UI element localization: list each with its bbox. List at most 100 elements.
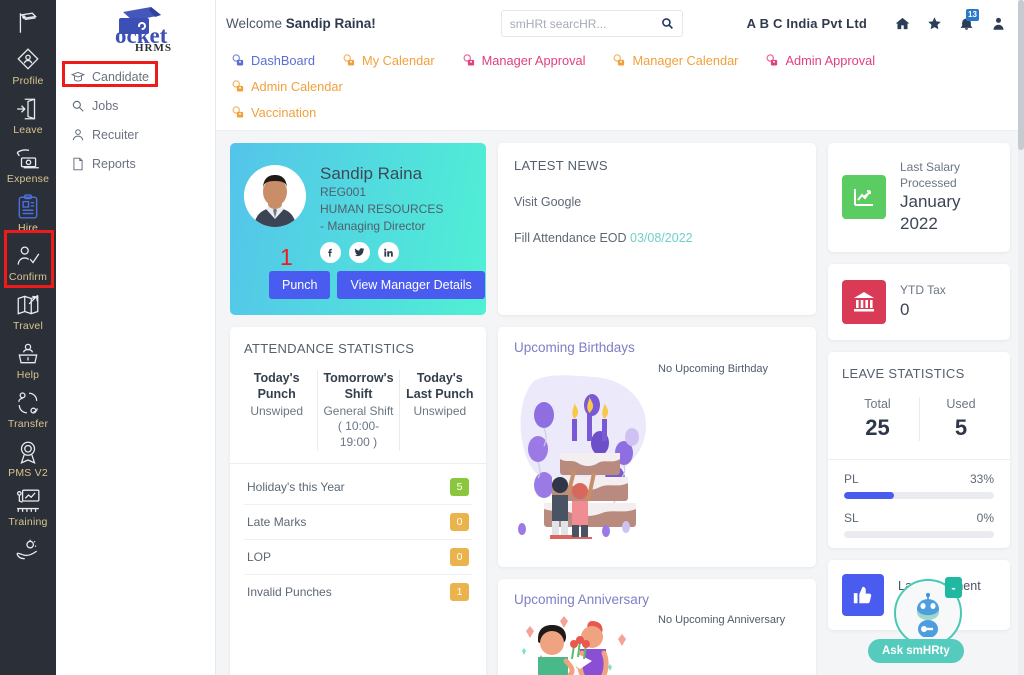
rail-item-travel-label: Travel xyxy=(13,320,43,332)
search-icon[interactable] xyxy=(661,17,674,30)
nav-item-recuiter[interactable]: Recuiter xyxy=(56,120,215,149)
search-box[interactable] xyxy=(500,10,683,37)
attendance-row-label: LOP xyxy=(247,549,272,564)
rail-item-transfer-label: Transfer xyxy=(7,418,49,430)
admin-approval-user-icon xyxy=(764,53,779,68)
rail-item-flag[interactable] xyxy=(5,4,51,41)
profile-name: Sandip Raina xyxy=(320,164,423,183)
tab-my-calendar-label: My Calendar xyxy=(362,53,435,68)
nav-item-reports-label: Reports xyxy=(92,156,136,171)
chatbot-minimize-button[interactable]: - xyxy=(945,577,962,598)
anniversary-couple-illustration xyxy=(522,616,626,675)
left-column: Sandip Raina REG001 HUMAN RESOURCES - Ma… xyxy=(230,143,486,675)
tab-admin-calendar-label: Admin Calendar xyxy=(251,79,343,94)
attendance-row-label: Holiday's this Year xyxy=(247,479,345,494)
leave-used-value: 5 xyxy=(954,414,968,440)
user-account-icon[interactable] xyxy=(991,16,1006,31)
punch-button[interactable]: Punch xyxy=(269,271,331,299)
last-salary-value: January 2022 xyxy=(900,192,961,234)
tab-manager-approval[interactable]: Manager Approval xyxy=(461,53,585,68)
status-badge: 5 xyxy=(450,477,469,496)
nav-item-candidate[interactable]: Candidate xyxy=(56,62,215,91)
rail-item-training[interactable]: Training xyxy=(5,482,51,531)
rail-item-profile-label: Profile xyxy=(12,75,44,87)
brand-logo[interactable]: ocket HRMS xyxy=(56,0,215,56)
tab-admin-approval-label: Admin Approval xyxy=(785,53,876,68)
attendance-col-value: General Shift ( 10:00-19:00 ) xyxy=(323,403,394,450)
bank-icon xyxy=(842,279,886,324)
profile-icon xyxy=(14,46,42,74)
search-input[interactable] xyxy=(509,16,665,31)
leave-bar-percent: 0% xyxy=(976,510,994,525)
last-salary-processed-card: Last Salary Processed January 2022 xyxy=(828,143,1010,252)
rail-item-confirm[interactable]: Confirm xyxy=(5,237,51,286)
rail-item-expense[interactable]: Expense xyxy=(5,139,51,188)
rail-item-help-label: Help xyxy=(16,369,40,381)
tab-my-calendar[interactable]: My Calendar xyxy=(341,53,435,68)
rail-item-hire[interactable]: Hire xyxy=(5,188,51,237)
thumbs-up-icon xyxy=(842,573,884,616)
rail-item-transfer[interactable]: Transfer xyxy=(5,384,51,433)
leave-bar-label: SL xyxy=(844,510,859,525)
news-item[interactable]: Visit Google xyxy=(514,195,800,209)
attendance-col-head: Today's Last Punch xyxy=(406,371,474,402)
scrollbar-thumb[interactable] xyxy=(1018,0,1024,150)
leave-bar-head: SL 0% xyxy=(844,511,994,525)
attendance-col-todays-punch: Today's Punch Unswiped xyxy=(236,370,317,451)
middle-column: LATEST NEWS Visit Google Fill Attendance… xyxy=(498,143,816,675)
table-row[interactable]: Invalid Punches 1 xyxy=(244,575,472,609)
hire-clipboard-icon xyxy=(14,193,42,221)
chatbot-widget[interactable]: - Ask smHRty xyxy=(868,577,964,663)
twitter-icon[interactable] xyxy=(349,242,370,264)
rail-item-help[interactable]: Help xyxy=(5,335,51,384)
tab-manager-calendar[interactable]: Manager Calendar xyxy=(611,53,738,68)
table-row[interactable]: Late Marks 0 xyxy=(244,505,472,540)
calendar-user-icon xyxy=(341,53,356,68)
home-icon[interactable] xyxy=(895,16,910,31)
attendance-col-tomorrows-shift: Tomorrow's Shift General Shift ( 10:00-1… xyxy=(317,370,398,451)
facebook-icon[interactable] xyxy=(320,242,341,264)
table-row[interactable]: LOP 0 xyxy=(244,540,472,575)
rail-item-leave[interactable]: Leave xyxy=(5,90,51,139)
chatbot-label[interactable]: Ask smHRty xyxy=(868,639,964,663)
table-row[interactable]: Holiday's this Year 5 xyxy=(244,470,472,505)
ytd-tax-value: 0 xyxy=(900,299,910,319)
rail-item-profile[interactable]: Profile xyxy=(5,41,51,90)
status-badge: 0 xyxy=(450,512,469,531)
star-icon[interactable] xyxy=(927,16,942,31)
rail-item-pms-v2[interactable]: PMS V2 xyxy=(5,433,51,482)
ytd-tax-card: YTD Tax 0 xyxy=(828,263,1010,340)
tab-admin-calendar[interactable]: Admin Calendar xyxy=(230,79,343,94)
upcoming-anniversary-title: Upcoming Anniversary xyxy=(514,592,650,607)
scrollbar-track[interactable] xyxy=(1018,0,1024,675)
leave-bar-pl: PL 33% xyxy=(828,460,1010,499)
tab-admin-approval[interactable]: Admin Approval xyxy=(764,53,875,68)
notification-bell-icon[interactable]: 13 xyxy=(959,9,979,31)
tab-dashboard[interactable]: DashBoard xyxy=(230,53,315,68)
ytd-tax-text: YTD Tax 0 xyxy=(900,282,946,320)
attendance-col-head: Today's Punch xyxy=(253,371,300,402)
leave-door-icon xyxy=(14,95,42,123)
travel-plane-map-icon xyxy=(14,291,42,319)
linkedin-icon[interactable] xyxy=(378,242,399,264)
tab-vaccination[interactable]: Vaccination xyxy=(230,105,1010,120)
news-item[interactable]: Fill Attendance EOD 03/08/2022 xyxy=(514,231,800,245)
nav-item-reports[interactable]: Reports xyxy=(56,149,215,178)
employee-profile-card: Sandip Raina REG001 HUMAN RESOURCES - Ma… xyxy=(230,143,486,315)
attendance-col-value: Unswiped xyxy=(413,403,467,418)
rail-item-extra[interactable] xyxy=(5,531,51,568)
icon-rail: Profile Leave Expense Hire Confirm Trave… xyxy=(0,0,56,675)
rail-item-travel[interactable]: Travel xyxy=(5,286,51,335)
leave-statistics-title: LEAVE STATISTICS xyxy=(842,365,965,381)
leave-summary: Total 25 Used 5 xyxy=(828,381,1010,459)
chatbot-avatar[interactable]: - xyxy=(894,577,962,647)
welcome-text: Welcome Sandip Raina! xyxy=(226,16,376,31)
svg-text:HRMS: HRMS xyxy=(135,42,172,53)
nav-item-jobs[interactable]: Jobs xyxy=(56,91,215,120)
search-job-icon xyxy=(70,98,85,113)
view-manager-details-button[interactable]: View Manager Details xyxy=(337,271,485,299)
latest-news-title: LATEST NEWS xyxy=(514,158,608,173)
secondary-nav-panel: ocket HRMS Candidate Jobs Recuiter Repor… xyxy=(56,0,216,675)
graduation-cap-icon xyxy=(70,69,85,84)
leave-used: Used 5 xyxy=(919,396,1002,441)
